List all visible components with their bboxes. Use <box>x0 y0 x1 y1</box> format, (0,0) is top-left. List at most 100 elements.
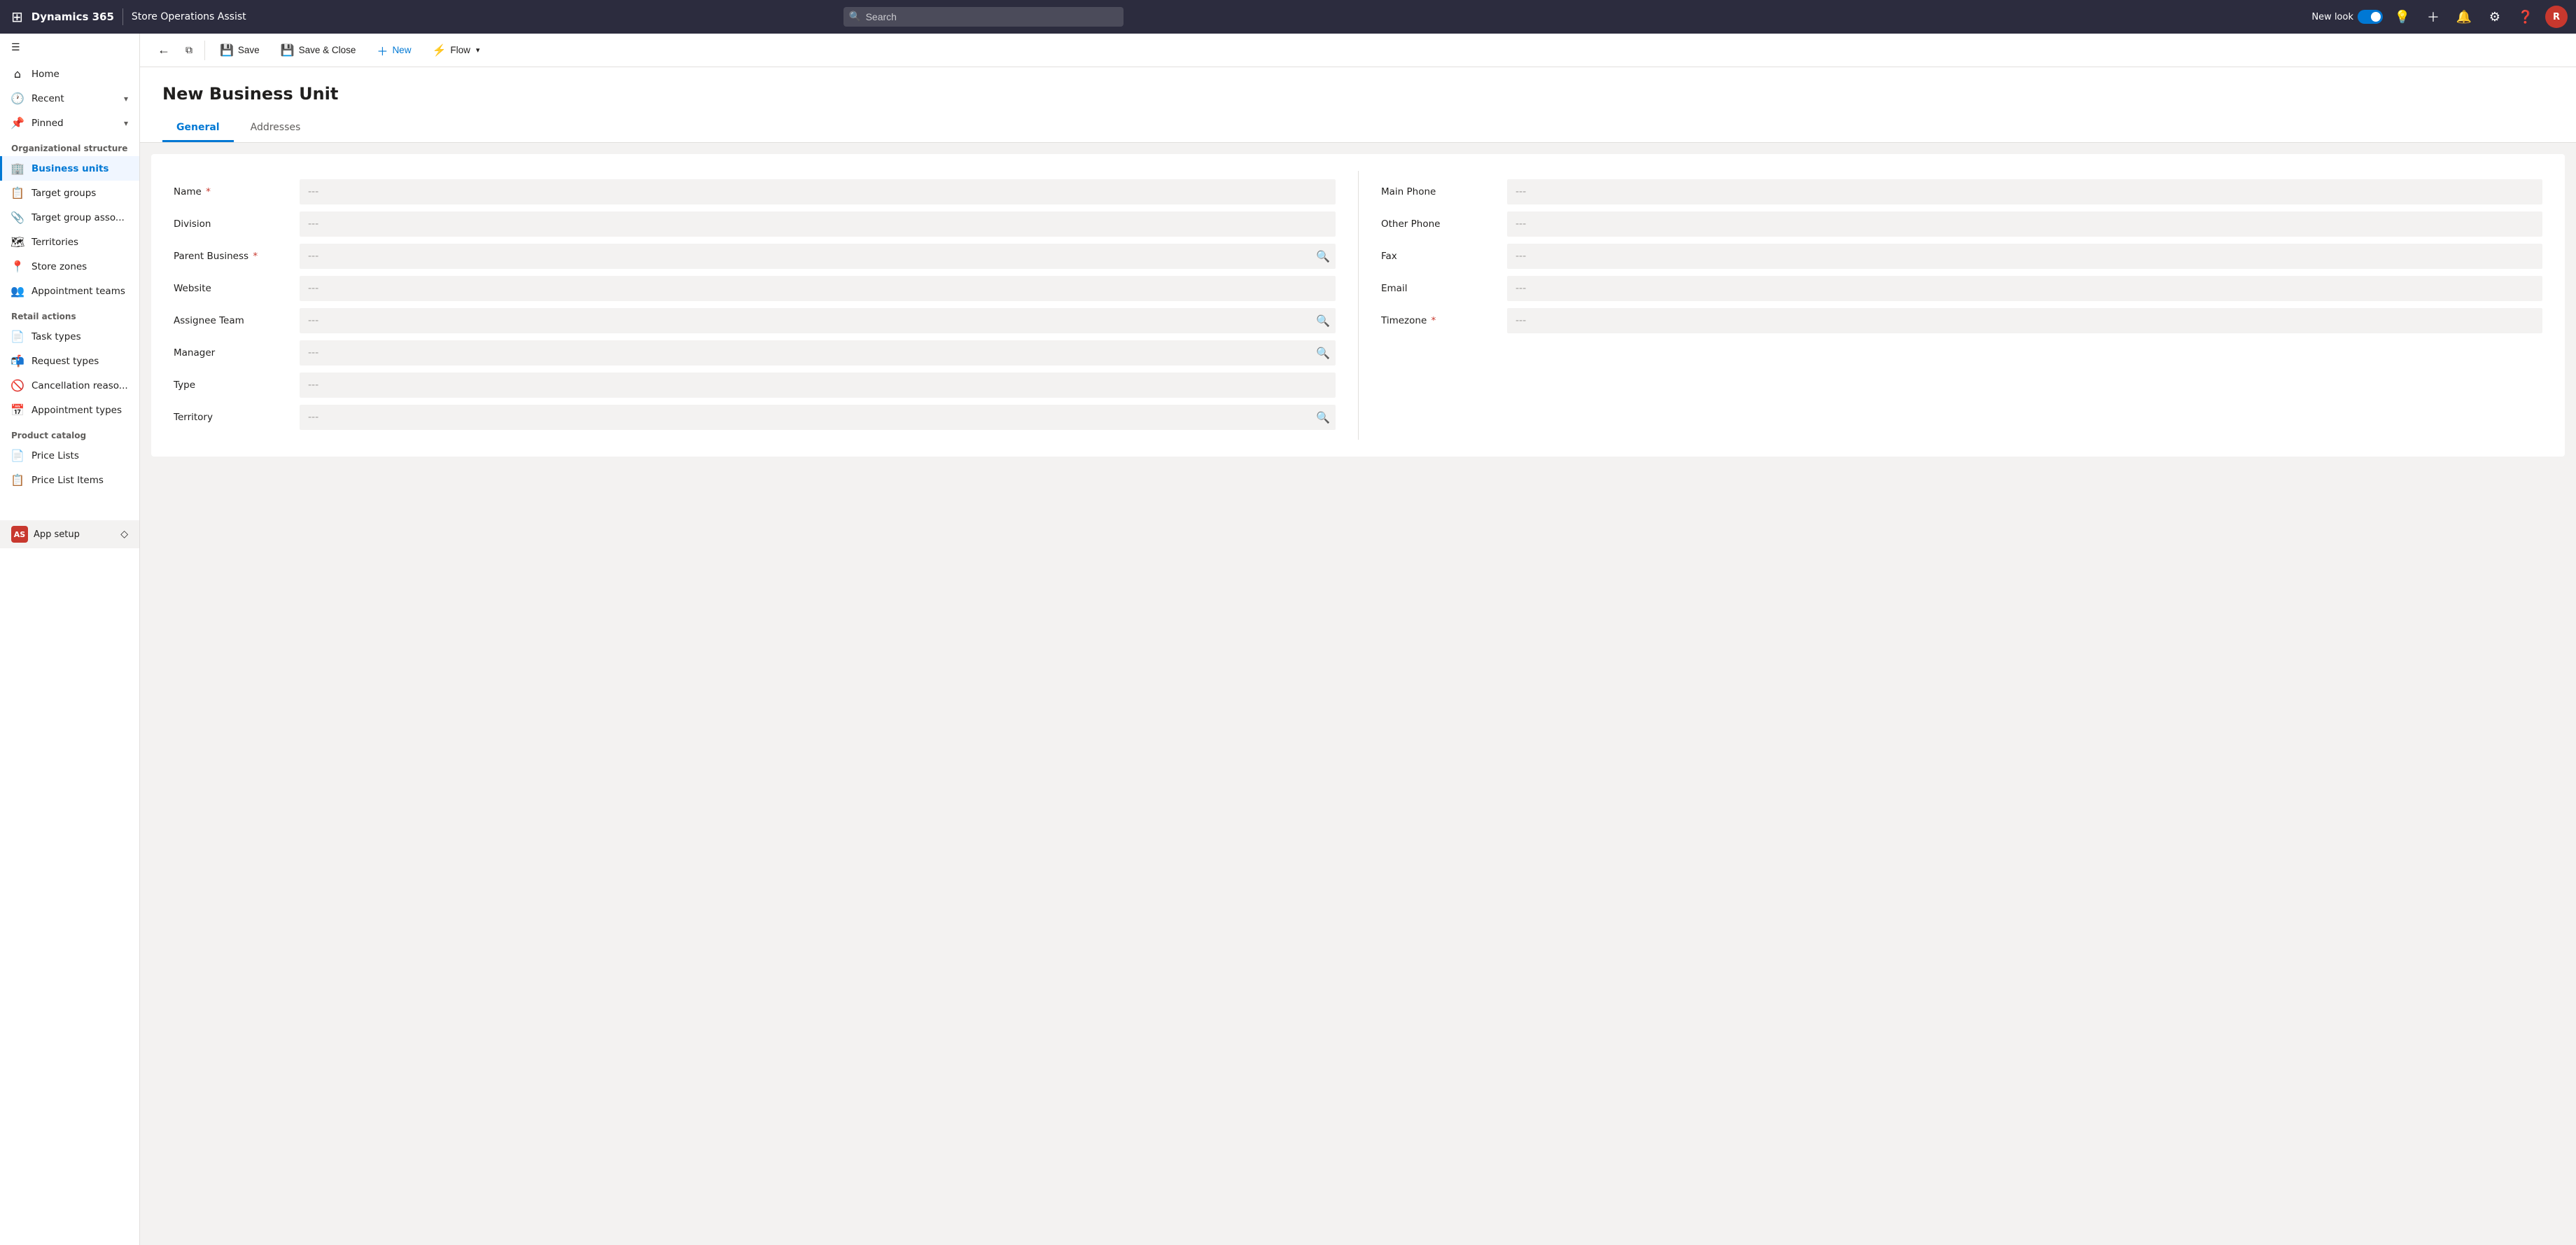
save-close-icon: 💾 <box>281 43 295 57</box>
field-timezone-placeholder: --- <box>1516 315 1526 326</box>
business-units-icon: 🏢 <box>10 162 24 175</box>
sidebar-item-target-groups[interactable]: 📋 Target groups <box>0 181 139 205</box>
sidebar-item-label: Business units <box>31 163 108 174</box>
chevron-down-icon: ▾ <box>124 118 128 128</box>
store-zones-icon: 📍 <box>10 260 24 273</box>
tab-addresses[interactable]: Addresses <box>237 115 315 142</box>
sidebar-item-task-types[interactable]: 📄 Task types <box>0 324 139 349</box>
field-assignee-team[interactable]: --- 🔍 <box>300 308 1336 333</box>
form-row-timezone: Timezone * --- <box>1381 305 2542 336</box>
sidebar-item-price-list-items[interactable]: 📋 Price List Items <box>0 468 139 492</box>
new-label: New <box>392 45 411 55</box>
form-page: New Business Unit General Addresses Name… <box>140 67 2576 1245</box>
sidebar-item-home[interactable]: ⌂ Home <box>0 62 139 86</box>
settings-icon[interactable]: ⚙ <box>2484 6 2506 28</box>
save-button[interactable]: 💾 Save <box>211 39 269 62</box>
form-row-email: Email --- <box>1381 273 2542 304</box>
popup-icon: ⧉ <box>186 44 192 56</box>
form-tabs: General Addresses <box>162 115 2554 142</box>
sidebar-item-label: Recent <box>31 93 64 104</box>
form-row-division: Division --- <box>174 209 1336 239</box>
sidebar-item-label: Territories <box>31 237 78 248</box>
field-division[interactable]: --- <box>300 211 1336 237</box>
sidebar-item-appointment-types[interactable]: 📅 Appointment types <box>0 398 139 422</box>
sidebar-item-recent[interactable]: 🕐 Recent ▾ <box>0 86 139 111</box>
field-other-phone[interactable]: --- <box>1507 211 2542 237</box>
sidebar-item-request-types[interactable]: 📬 Request types <box>0 349 139 373</box>
target-group-asso-icon: 📎 <box>10 211 24 224</box>
back-button[interactable]: ← <box>151 39 176 61</box>
notifications-icon[interactable]: 🔔 <box>2453 6 2475 28</box>
sidebar-item-appointment-teams[interactable]: 👥 Appointment teams <box>0 279 139 303</box>
chevron-down-icon: ▾ <box>124 94 128 104</box>
field-territory[interactable]: --- 🔍 <box>300 405 1336 430</box>
avatar[interactable]: R <box>2545 6 2568 28</box>
field-manager-placeholder: --- <box>308 347 318 359</box>
app-setup-label: App setup <box>34 529 80 540</box>
price-lists-icon: 📄 <box>10 449 24 462</box>
field-label-name: Name * <box>174 186 300 197</box>
new-look-label: New look <box>2311 12 2353 22</box>
search-icon: 🔍 <box>849 11 861 22</box>
lookup-search-icon[interactable]: 🔍 <box>1316 250 1330 263</box>
lookup-search-icon[interactable]: 🔍 <box>1316 347 1330 360</box>
sidebar-item-cancellation-reaso[interactable]: 🚫 Cancellation reaso... <box>0 373 139 398</box>
app-grid-icon[interactable]: ⊞ <box>8 6 26 28</box>
field-label-website: Website <box>174 283 300 294</box>
app-setup-badge: AS <box>11 526 28 543</box>
brand-name: Dynamics 365 <box>31 11 114 23</box>
field-website-placeholder: --- <box>308 283 318 294</box>
form-row-name: Name * --- <box>174 176 1336 207</box>
field-manager[interactable]: --- 🔍 <box>300 340 1336 366</box>
sidebar-item-territories[interactable]: 🗺 Territories <box>0 230 139 254</box>
new-look-switch[interactable] <box>2358 10 2383 24</box>
sidebar-item-price-lists[interactable]: 📄 Price Lists <box>0 443 139 468</box>
field-label-email: Email <box>1381 283 1507 294</box>
field-label-type: Type <box>174 380 300 391</box>
field-main-phone-placeholder: --- <box>1516 186 1526 197</box>
popup-button[interactable]: ⧉ <box>179 41 199 60</box>
lookup-search-icon[interactable]: 🔍 <box>1316 411 1330 424</box>
form-title: New Business Unit <box>162 84 2554 115</box>
lookup-search-icon[interactable]: 🔍 <box>1316 314 1330 328</box>
form-section-left: Name * --- Division -- <box>174 171 1358 440</box>
flow-button[interactable]: ⚡ Flow ▾ <box>423 39 489 62</box>
new-look-toggle[interactable]: New look <box>2311 10 2383 24</box>
sidebar-item-pinned[interactable]: 📌 Pinned ▾ <box>0 111 139 135</box>
help-icon[interactable]: ❓ <box>2514 6 2537 28</box>
field-other-phone-placeholder: --- <box>1516 218 1526 230</box>
sidebar-item-target-group-asso[interactable]: 📎 Target group asso... <box>0 205 139 230</box>
save-close-button[interactable]: 💾 Save & Close <box>272 39 365 62</box>
add-icon[interactable]: ＋ <box>2422 6 2444 28</box>
field-fax[interactable]: --- <box>1507 244 2542 269</box>
app-setup-item[interactable]: AS App setup ◇ <box>0 520 139 548</box>
sidebar-item-business-units[interactable]: 🏢 Business units <box>0 156 139 181</box>
flow-icon: ⚡ <box>432 43 446 57</box>
help-lightbulb-icon[interactable]: 💡 <box>2391 6 2414 28</box>
sidebar-item-label: Appointment teams <box>31 286 125 297</box>
field-email[interactable]: --- <box>1507 276 2542 301</box>
field-label-timezone: Timezone * <box>1381 315 1507 326</box>
tab-general[interactable]: General <box>162 115 234 142</box>
field-type[interactable]: --- <box>300 373 1336 398</box>
sidebar-item-label: Task types <box>31 331 81 342</box>
nav-divider <box>122 8 123 25</box>
appointment-teams-icon: 👥 <box>10 284 24 298</box>
field-name[interactable]: --- <box>300 179 1336 204</box>
field-main-phone[interactable]: --- <box>1507 179 2542 204</box>
sidebar: ☰ ⌂ Home 🕐 Recent ▾ 📌 Pinned ▾ Organizat… <box>0 34 140 1245</box>
sidebar-item-store-zones[interactable]: 📍 Store zones <box>0 254 139 279</box>
home-icon: ⌂ <box>10 67 24 81</box>
sidebar-item-label: Appointment types <box>31 405 122 416</box>
search-input[interactable] <box>844 7 1124 27</box>
field-timezone[interactable]: --- <box>1507 308 2542 333</box>
sidebar-menu-button[interactable]: ☰ <box>0 34 139 62</box>
product-catalog-header: Product catalog <box>0 422 139 443</box>
new-button[interactable]: ＋ New <box>368 37 420 64</box>
field-parent-business[interactable]: --- 🔍 <box>300 244 1336 269</box>
form-row-main-phone: Main Phone --- <box>1381 176 2542 207</box>
field-website[interactable]: --- <box>300 276 1336 301</box>
sidebar-item-label: Price List Items <box>31 475 104 486</box>
field-label-territory: Territory <box>174 412 300 423</box>
cancellation-icon: 🚫 <box>10 379 24 392</box>
